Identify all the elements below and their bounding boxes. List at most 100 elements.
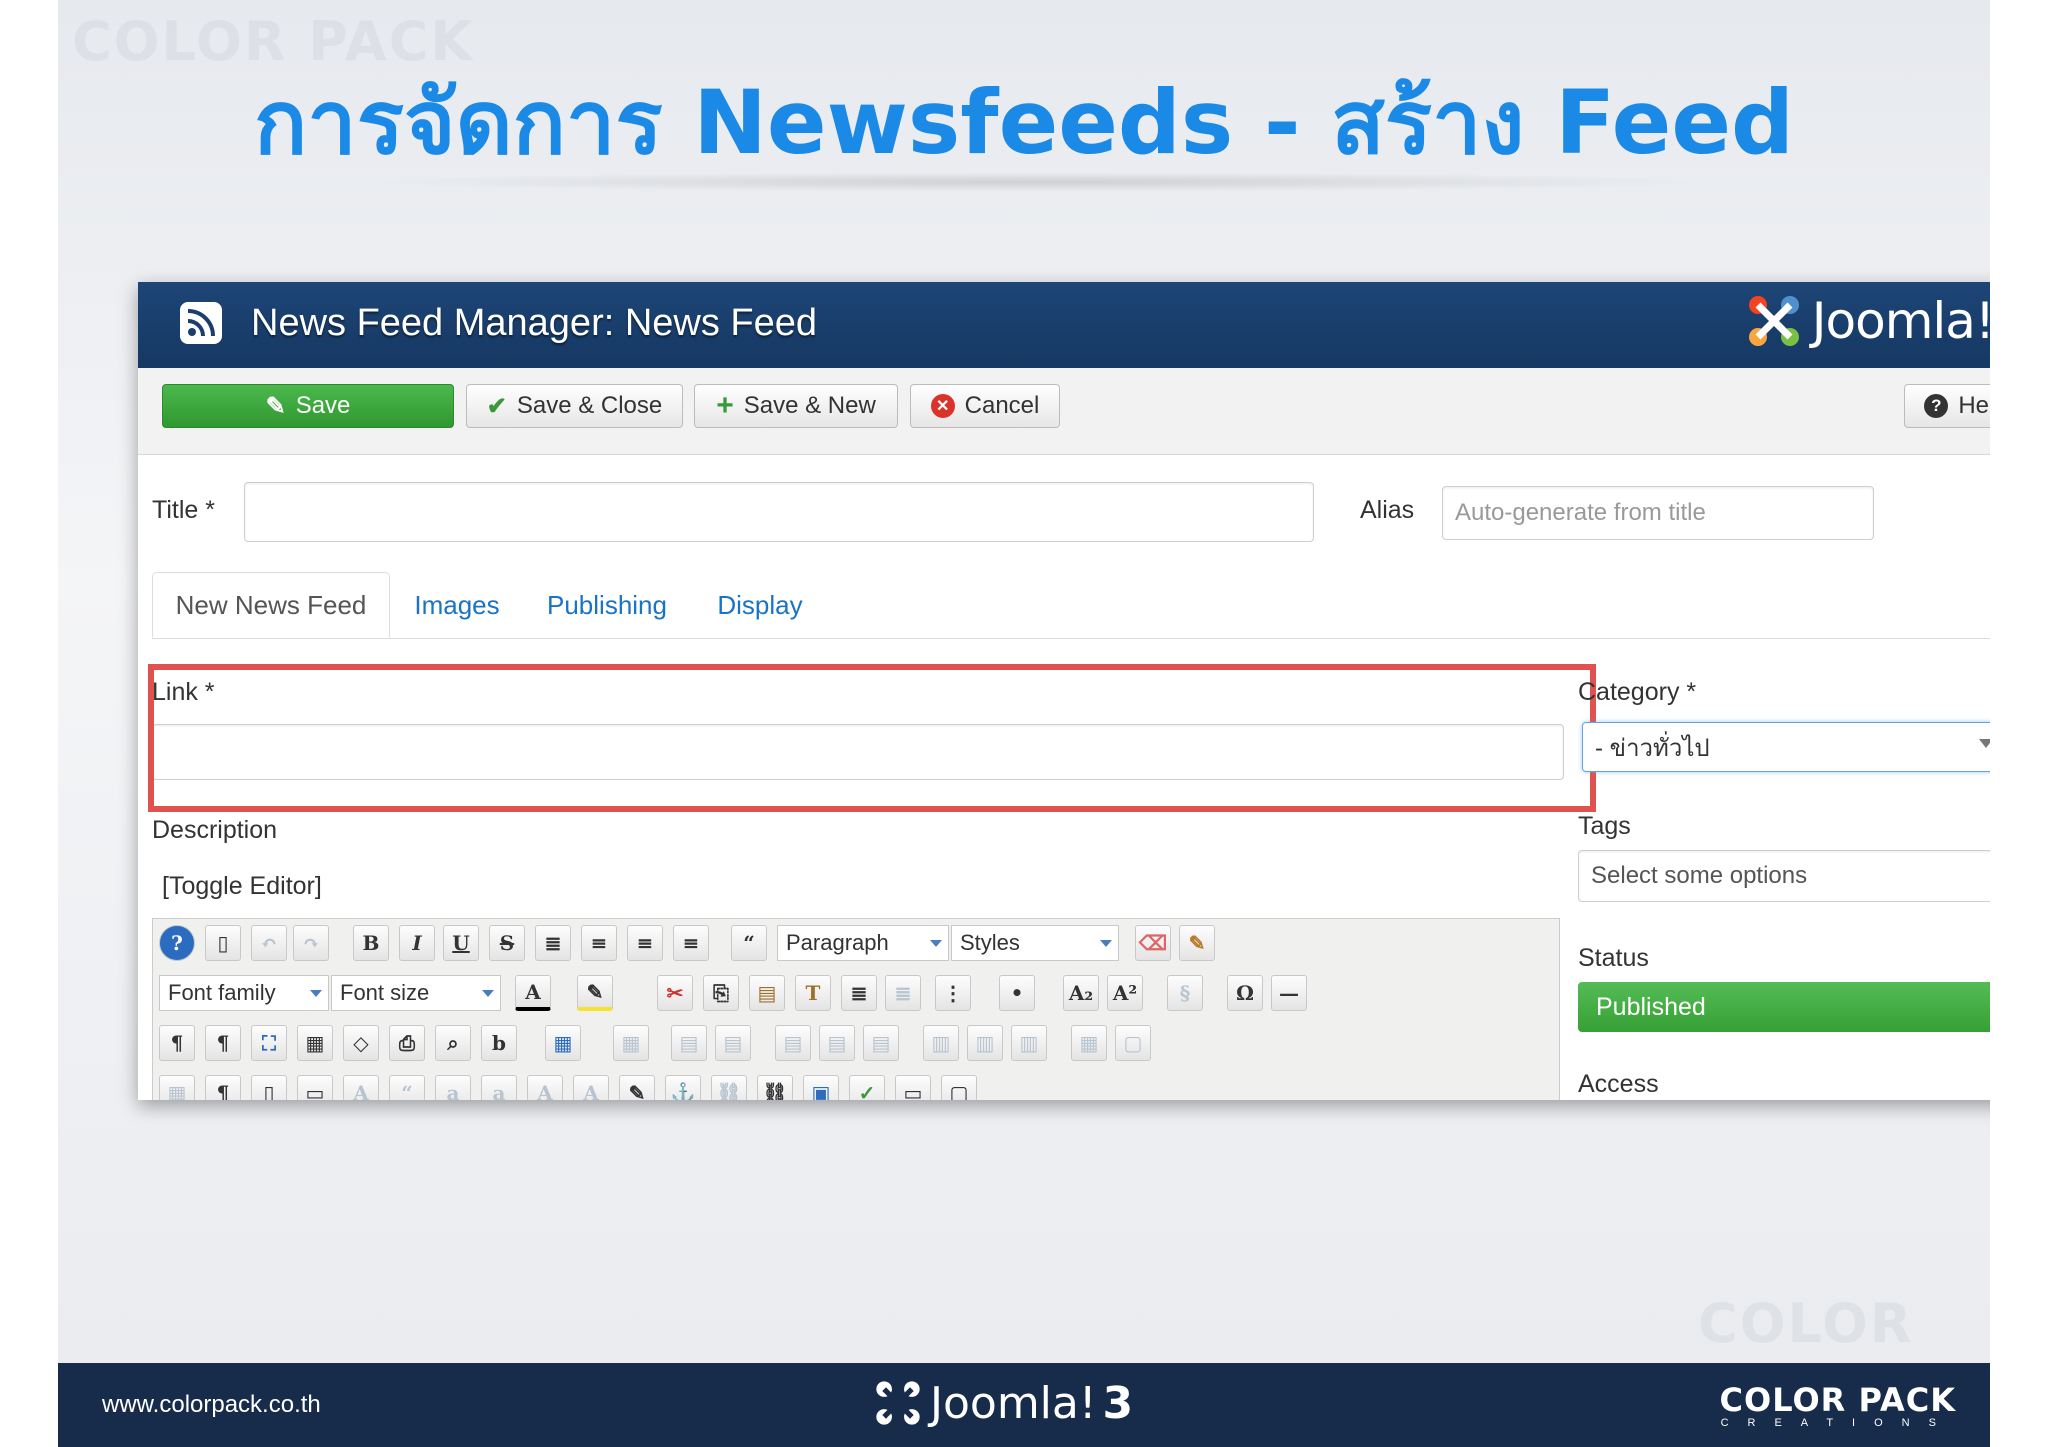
delete-col-icon[interactable]: ▥ xyxy=(1011,1025,1047,1061)
eraser-icon[interactable]: ⌫ xyxy=(1135,925,1171,961)
alias-input[interactable]: Auto-generate from title xyxy=(1442,486,1874,540)
italic-icon[interactable]: I xyxy=(399,925,435,961)
code-icon[interactable]: ◇ xyxy=(343,1025,379,1061)
rss-icon xyxy=(180,302,222,344)
plus-icon: + xyxy=(716,389,734,422)
abbr-icon[interactable]: a xyxy=(435,1075,471,1100)
tab-publishing[interactable]: Publishing xyxy=(522,572,692,638)
split-cells-icon[interactable]: ▦ xyxy=(1071,1025,1107,1061)
cite-icon[interactable]: “ xyxy=(389,1075,425,1100)
delete-row-icon[interactable]: ▤ xyxy=(863,1025,899,1061)
link-icon[interactable]: ⛓ xyxy=(757,1075,793,1100)
chevron-down-icon xyxy=(1100,940,1112,947)
align-center-icon[interactable]: ≡ xyxy=(581,925,617,961)
rtl-icon[interactable]: ¶ xyxy=(205,1025,241,1061)
slide-title: การจัดการ Newsfeeds - สร้าง Feed xyxy=(254,71,1794,174)
hr-box-icon[interactable]: ▭ xyxy=(895,1075,931,1100)
select-all-icon[interactable]: ≣ xyxy=(885,975,921,1011)
del-icon[interactable]: A xyxy=(527,1075,563,1100)
print-icon[interactable]: ⎙ xyxy=(389,1025,425,1061)
horizontal-rule-icon[interactable]: — xyxy=(1271,975,1307,1011)
paragraph-select[interactable]: Paragraph xyxy=(777,925,949,961)
numbered-list-icon[interactable]: ⋮ xyxy=(935,975,971,1011)
bullet-list-icon[interactable]: • xyxy=(999,975,1035,1011)
delete-table-icon[interactable]: ▦ xyxy=(613,1025,649,1061)
tab-new-news-feed[interactable]: New News Feed xyxy=(152,572,390,638)
save-new-button[interactable]: + Save & New xyxy=(694,384,898,428)
preview-icon[interactable]: ▦ xyxy=(297,1025,333,1061)
font-size-select[interactable]: Font size xyxy=(331,975,501,1011)
attribs-icon[interactable]: ✎ xyxy=(619,1075,655,1100)
editor-help-icon[interactable]: ? xyxy=(159,925,195,961)
align-left-icon[interactable]: ≡ xyxy=(627,925,663,961)
help-label: Help xyxy=(1958,392,1990,419)
subscript-icon[interactable]: A₂ xyxy=(1063,975,1099,1011)
insert-col-before-icon[interactable]: ▥ xyxy=(923,1025,959,1061)
character-map-dim-icon[interactable]: § xyxy=(1167,975,1203,1011)
title-input[interactable] xyxy=(244,482,1314,542)
cancel-button[interactable]: ✕ Cancel xyxy=(910,384,1060,428)
find-icon[interactable]: ⌕ xyxy=(435,1025,471,1061)
font-family-select-value: Font family xyxy=(168,980,276,1005)
new-document-icon[interactable]: ▯ xyxy=(205,925,241,961)
paste-word-icon[interactable]: ≣ xyxy=(841,975,877,1011)
table-icon[interactable]: ▦ xyxy=(545,1025,581,1061)
cut-icon[interactable]: ✂ xyxy=(657,975,693,1011)
category-select[interactable]: - ข่าวทั่วไป xyxy=(1582,722,1990,772)
toggle-editor-link[interactable]: [Toggle Editor] xyxy=(162,872,322,901)
image-icon[interactable]: ▣ xyxy=(803,1075,839,1100)
tab-display[interactable]: Display xyxy=(702,572,818,638)
copy-icon[interactable]: ⎘ xyxy=(703,975,739,1011)
media-icon[interactable]: ▢ xyxy=(941,1075,977,1100)
help-icon: ? xyxy=(1924,394,1949,418)
save-button[interactable]: ✎ Save xyxy=(162,384,454,428)
chevron-down-icon xyxy=(310,990,322,997)
merge-cells-icon[interactable]: ▢ xyxy=(1115,1025,1151,1061)
bold-icon[interactable]: B xyxy=(353,925,389,961)
justify-icon[interactable]: ≣ xyxy=(535,925,571,961)
unlink-icon[interactable]: ⛓ xyxy=(711,1075,747,1100)
edit-icon: ✎ xyxy=(265,392,286,420)
replace-icon[interactable]: b xyxy=(481,1025,517,1061)
help-button[interactable]: ? Help xyxy=(1904,384,1990,428)
chevron-down-icon xyxy=(482,990,494,997)
insert-row-before-icon[interactable]: ▤ xyxy=(775,1025,811,1061)
ltr-icon[interactable]: ¶ xyxy=(159,1025,195,1061)
blockquote-icon[interactable]: “ xyxy=(731,925,767,961)
anchor-icon[interactable]: ⚓ xyxy=(665,1075,701,1100)
superscript-icon[interactable]: A² xyxy=(1107,975,1143,1011)
strikethrough-icon[interactable]: S xyxy=(489,925,525,961)
styleprops-icon[interactable]: A xyxy=(343,1075,379,1100)
text-color-icon[interactable]: A xyxy=(515,975,551,1011)
spellcheck-icon[interactable]: ✓ xyxy=(849,1075,885,1100)
redo-icon[interactable]: ↷ xyxy=(293,925,329,961)
tab-bar: New News Feed Images Publishing Display xyxy=(152,572,1990,639)
paste-text-icon[interactable]: T xyxy=(795,975,831,1011)
ins-icon[interactable]: A xyxy=(573,1075,609,1100)
paste-icon[interactable]: ▤ xyxy=(749,975,785,1011)
align-right-icon[interactable]: ≡ xyxy=(673,925,709,961)
cleanup-brush-icon[interactable]: ✎ xyxy=(1179,925,1215,961)
acronym-icon[interactable]: a xyxy=(481,1075,517,1100)
save-close-button[interactable]: ✔ Save & Close xyxy=(466,384,683,428)
tags-input[interactable]: Select some options xyxy=(1578,850,1990,902)
insert-layer-icon[interactable]: ▦ xyxy=(159,1075,195,1100)
visual-chars-icon[interactable]: ¶ xyxy=(205,1075,241,1100)
fullscreen-icon[interactable]: ⛶ xyxy=(251,1025,287,1061)
status-select[interactable]: Published xyxy=(1578,982,1990,1032)
undo-icon[interactable]: ↶ xyxy=(251,925,287,961)
underline-icon[interactable]: U xyxy=(443,925,479,961)
save-label: Save xyxy=(295,392,351,419)
insert-col-after-icon[interactable]: ▥ xyxy=(967,1025,1003,1061)
row-props-icon[interactable]: ▤ xyxy=(671,1025,707,1061)
pagebreak-icon[interactable]: ▭ xyxy=(297,1075,333,1100)
highlight-color-icon[interactable]: ✎ xyxy=(577,975,613,1011)
title-shadow xyxy=(358,172,1718,192)
font-family-select[interactable]: Font family xyxy=(159,975,329,1011)
styles-select[interactable]: Styles xyxy=(951,925,1119,961)
template-icon[interactable]: ▯ xyxy=(251,1075,287,1100)
insert-row-after-icon[interactable]: ▤ xyxy=(819,1025,855,1061)
tab-images[interactable]: Images xyxy=(402,572,512,638)
cell-props-icon[interactable]: ▤ xyxy=(715,1025,751,1061)
special-character-icon[interactable]: Ω xyxy=(1227,975,1263,1011)
